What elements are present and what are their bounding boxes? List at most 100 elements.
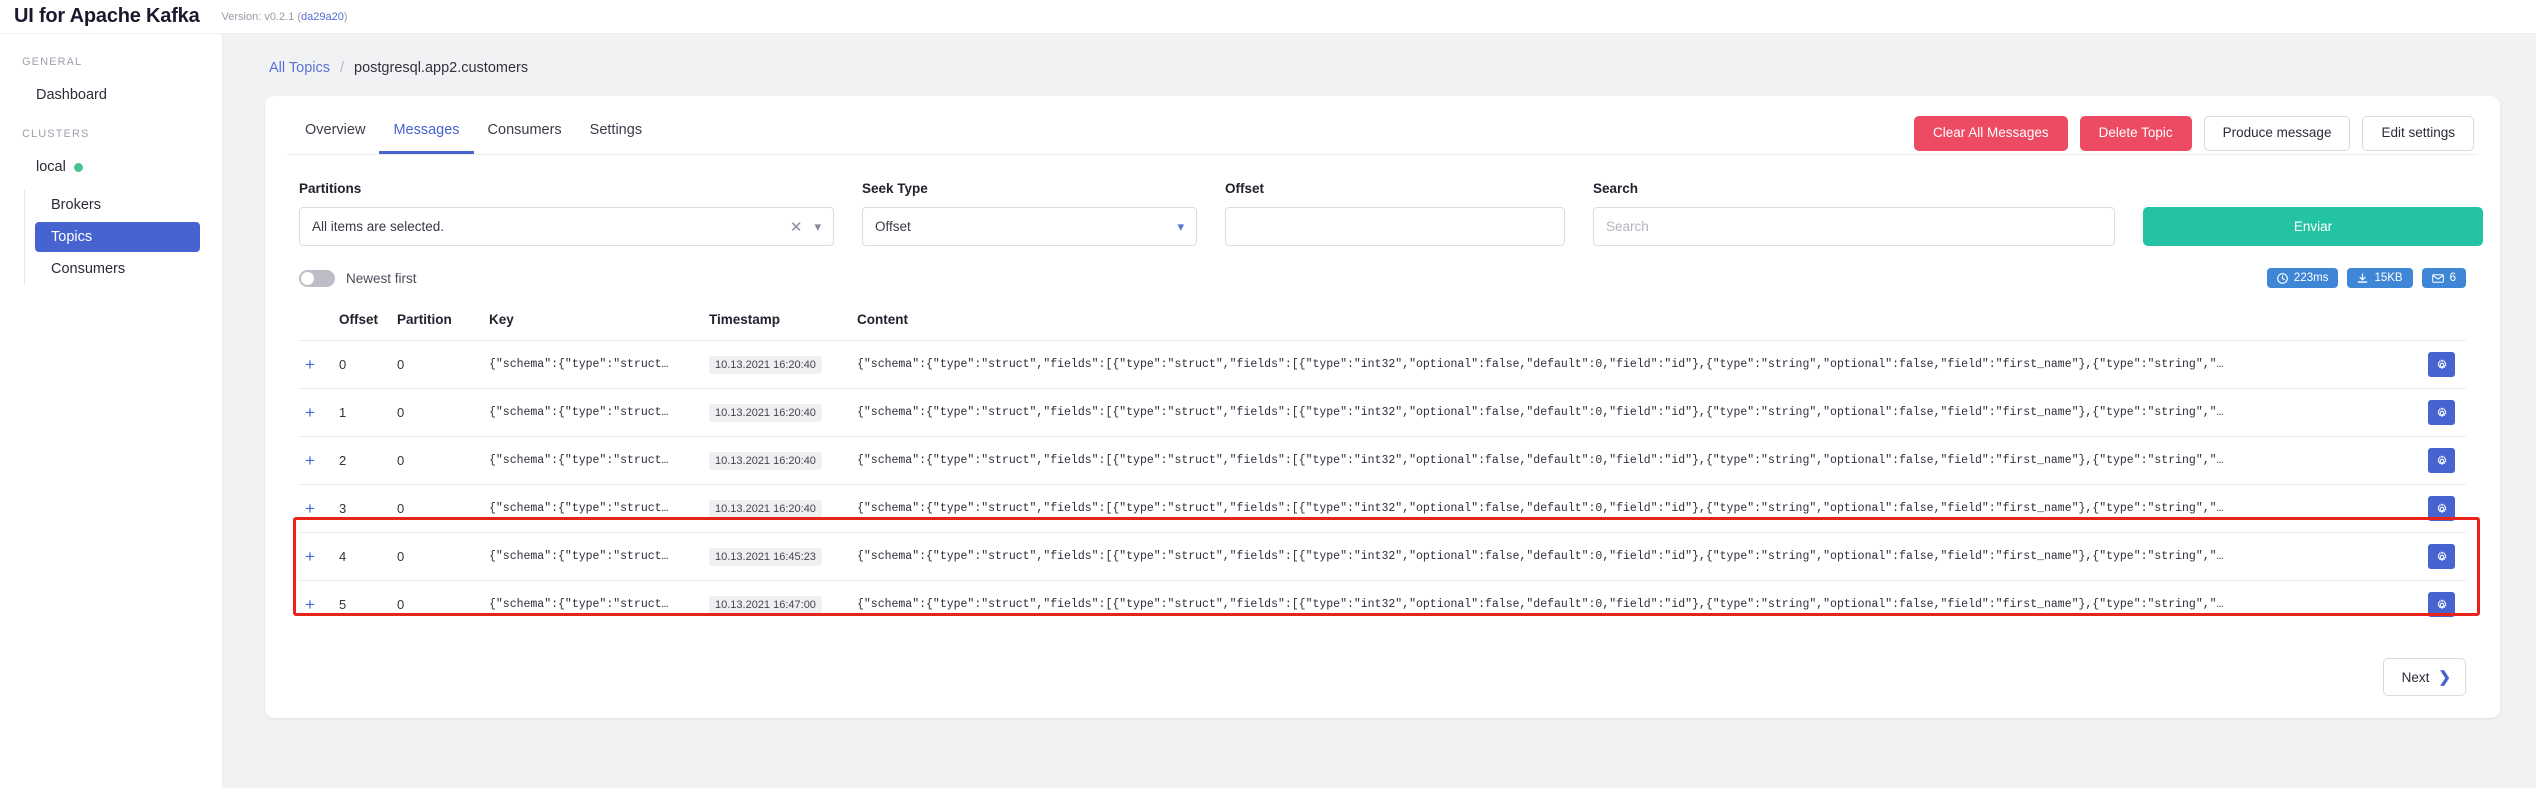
row-actions-cell[interactable] (2422, 484, 2466, 533)
content-preview: {"schema":{"type":"struct","fields":[{"t… (857, 406, 2224, 419)
seek-type-select[interactable]: Offset ▾ (862, 207, 1197, 246)
edit-settings-button[interactable]: Edit settings (2362, 116, 2474, 151)
seek-type-filter-group: Seek Type Offset ▾ (862, 181, 1197, 246)
table-row[interactable]: +2 0 {"schema":{"type":"struct… 10.13.2021 … (299, 436, 2466, 485)
messages-table-head: Offset Partition Key Timestamp Content (299, 304, 2466, 341)
next-page-label: Next (2401, 669, 2430, 685)
row-partition-cell: 0 (391, 340, 483, 389)
row-key-cell: {"schema":{"type":"struct… (483, 532, 703, 581)
table-row[interactable]: +0 0 {"schema":{"type":"struct… 10.13.2021 … (299, 340, 2466, 389)
sidebar-item-brokers[interactable]: Brokers (35, 190, 200, 220)
sidebar-section-general: GENERAL (22, 56, 83, 68)
submit-button[interactable]: Enviar (2143, 207, 2483, 246)
plus-icon[interactable]: + (305, 595, 315, 614)
top-bar: UI for Apache Kafka Version: v0.2.1 (da2… (0, 0, 2536, 34)
row-expand-cell[interactable]: + (299, 388, 333, 437)
table-row[interactable]: +1 0 {"schema":{"type":"struct… 10.13.2021 … (299, 388, 2466, 437)
cluster-name-label: local (36, 159, 66, 175)
plus-icon[interactable]: + (305, 499, 315, 518)
row-expand-cell[interactable]: + (299, 580, 333, 628)
plus-icon[interactable]: + (305, 403, 315, 422)
row-actions-cell[interactable] (2422, 340, 2466, 389)
app-title: UI for Apache Kafka (14, 5, 200, 27)
tab-overview[interactable]: Overview (291, 116, 379, 154)
clear-all-messages-button[interactable]: Clear All Messages (1914, 116, 2068, 151)
content-preview: {"schema":{"type":"struct","fields":[{"t… (857, 454, 2224, 467)
offset-input[interactable] (1225, 207, 1565, 246)
sidebar-item-cluster-local[interactable]: local (14, 152, 204, 182)
sidebar-subnav: Brokers Topics Consumers (24, 190, 222, 284)
content-preview: {"schema":{"type":"struct","fields":[{"t… (857, 358, 2224, 371)
plus-icon[interactable]: + (305, 355, 315, 374)
tab-settings[interactable]: Settings (576, 116, 656, 154)
row-settings-button[interactable] (2428, 448, 2455, 473)
table-row[interactable]: +4 0 {"schema":{"type":"struct… 10.13.2021 … (299, 532, 2466, 581)
timestamp-chip: 10.13.2021 16:20:40 (709, 403, 822, 422)
newest-first-toggle-group: Newest first (299, 269, 417, 287)
row-timestamp-cell: 10.13.2021 16:20:40 (703, 436, 851, 485)
table-header-row: Offset Partition Key Timestamp Content (299, 304, 2466, 341)
plus-icon[interactable]: + (305, 547, 315, 566)
cluster-online-status-icon (73, 162, 83, 172)
download-icon (2358, 272, 2368, 283)
row-timestamp-cell: 10.13.2021 16:20:40 (703, 484, 851, 533)
row-expand-cell[interactable]: + (299, 340, 333, 389)
version-commit-link[interactable]: da29a20 (301, 11, 344, 23)
row-expand-cell[interactable]: + (299, 484, 333, 533)
row-offset-cell: 3 (333, 484, 391, 533)
sidebar-item-dashboard[interactable]: Dashboard (14, 80, 204, 110)
messages-table-wrap: Offset Partition Key Timestamp Content +… (287, 304, 2480, 628)
row-timestamp-cell: 10.13.2021 16:45:23 (703, 532, 851, 581)
page-body: GENERAL Dashboard CLUSTERS local Brokers… (0, 34, 2536, 788)
timestamp-chip: 10.13.2021 16:20:40 (709, 451, 822, 470)
badge-text: 6 (2449, 272, 2456, 284)
col-key: Key (489, 312, 514, 327)
clear-partitions-icon[interactable]: ✕ (790, 218, 803, 236)
message-filters: Partitions All items are selected. ✕ ▾ S… (287, 155, 2483, 246)
tab-messages[interactable]: Messages (379, 116, 474, 154)
row-settings-button[interactable] (2428, 352, 2455, 377)
row-settings-button[interactable] (2428, 544, 2455, 569)
row-settings-button[interactable] (2428, 400, 2455, 425)
row-partition-cell: 0 (391, 484, 483, 533)
newest-first-toggle[interactable] (299, 269, 335, 287)
row-partition-cell: 0 (391, 436, 483, 485)
table-row[interactable]: +5 0 {"schema":{"type":"struct… 10.13.2021 … (299, 580, 2466, 628)
timestamp-chip: 10.13.2021 16:45:23 (709, 547, 822, 566)
next-page-button[interactable]: Next ❯ (2382, 658, 2466, 696)
row-actions-cell[interactable] (2422, 436, 2466, 485)
app-root: UI for Apache Kafka Version: v0.2.1 (da2… (0, 0, 2536, 788)
row-timestamp-cell: 10.13.2021 16:20:40 (703, 388, 851, 437)
delete-topic-button[interactable]: Delete Topic (2079, 116, 2192, 151)
sidebar-item-consumers[interactable]: Consumers (35, 254, 200, 284)
plus-icon[interactable]: + (305, 451, 315, 470)
tab-consumers[interactable]: Consumers (474, 116, 576, 154)
key-preview: {"schema":{"type":"struct… (489, 550, 669, 563)
chevron-down-icon[interactable]: ▾ (814, 219, 821, 235)
row-key-cell: {"schema":{"type":"struct… (483, 388, 703, 437)
partitions-select[interactable]: All items are selected. ✕ ▾ (299, 207, 834, 246)
newest-first-label: Newest first (346, 270, 417, 286)
produce-message-button[interactable]: Produce message (2203, 116, 2351, 151)
breadcrumb-all-topics-link[interactable]: All Topics (269, 60, 330, 76)
gear-icon (2437, 454, 2446, 465)
topic-panel: Overview Messages Consumers Settings Cle… (265, 96, 2500, 718)
row-expand-cell[interactable]: + (299, 532, 333, 581)
row-partition-cell: 0 (391, 580, 483, 628)
row-settings-button[interactable] (2428, 592, 2455, 617)
search-input[interactable]: Search (1593, 207, 2115, 246)
sidebar-item-topics[interactable]: Topics (35, 222, 200, 252)
chevron-down-icon[interactable]: ▾ (1177, 219, 1184, 235)
table-row[interactable]: +3 0 {"schema":{"type":"struct… 10.13.2021 … (299, 484, 2466, 533)
row-actions-cell[interactable] (2422, 580, 2466, 628)
row-content-cell: {"schema":{"type":"struct","fields":[{"t… (851, 388, 2422, 437)
key-preview: {"schema":{"type":"struct… (489, 358, 669, 371)
row-key-cell: {"schema":{"type":"struct… (483, 340, 703, 389)
content-preview: {"schema":{"type":"struct","fields":[{"t… (857, 502, 2224, 515)
row-expand-cell[interactable]: + (299, 436, 333, 485)
row-content-cell: {"schema":{"type":"struct","fields":[{"t… (851, 436, 2422, 485)
row-actions-cell[interactable] (2422, 532, 2466, 581)
row-settings-button[interactable] (2428, 496, 2455, 521)
row-actions-cell[interactable] (2422, 388, 2466, 437)
row-key-cell: {"schema":{"type":"struct… (483, 580, 703, 628)
